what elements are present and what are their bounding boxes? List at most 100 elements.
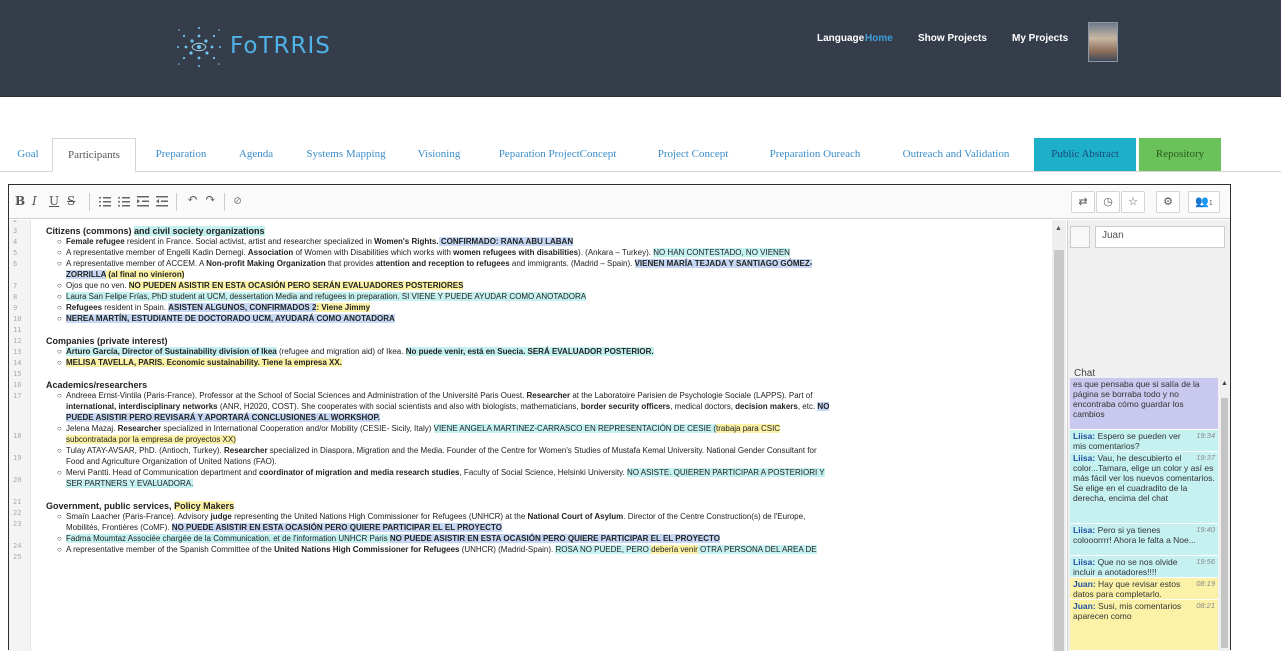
line-number: 13 (13, 348, 22, 356)
section-heading-academics: Academics/researchers (46, 380, 148, 390)
tab-visioning[interactable]: Visioning (414, 138, 464, 171)
section-heading-citizens: Citizens (commons) and civil society org… (46, 226, 265, 236)
line-number: 16 (13, 381, 22, 389)
list-item-continued: international, interdisciplinary network… (66, 402, 830, 411)
star-icon[interactable]: ☆ (1121, 191, 1145, 213)
unordered-list-icon[interactable] (118, 196, 130, 207)
toolbar-divider (224, 193, 225, 211)
editor-toolbar: B I U S ↶ ↷ ⊘ ⇄ ◷ ☆ ⚙ 👥1 (9, 185, 1230, 219)
tab-preparation[interactable]: Preparation (146, 138, 216, 171)
toolbar-divider (89, 193, 90, 211)
undo-icon[interactable]: ↶ (187, 192, 198, 207)
nav-language[interactable]: Language (817, 33, 864, 44)
nav-show-projects[interactable]: Show Projects (918, 33, 987, 44)
nav-my-projects[interactable]: My Projects (1012, 33, 1068, 44)
list-item-continued: ZORRILLA (al final no vinieron) (66, 270, 185, 279)
fotrris-logo[interactable]: FoTRRIS (172, 24, 352, 70)
collaborative-editor: B I U S ↶ ↷ ⊘ ⇄ ◷ ☆ ⚙ 👥1 2 3 4 5 6 7 8 9… (8, 184, 1231, 651)
tab-repository[interactable]: Repository (1139, 138, 1221, 171)
history-icon[interactable]: ◷ (1096, 191, 1120, 213)
italic-button[interactable]: I (32, 194, 37, 208)
list-item-continued: Food and Agriculture Organization of Uni… (66, 457, 277, 466)
line-number: 14 (13, 359, 22, 367)
line-number: 25 (13, 553, 22, 561)
settings-gear-icon[interactable]: ⚙ (1156, 191, 1180, 213)
toolbar-divider (176, 193, 177, 211)
chat-message: Juan: 08:21 Susi, mis comentarios aparece… (1070, 600, 1218, 651)
users-icon[interactable]: 👥1 (1188, 191, 1220, 213)
list-item: ○ Andreea Ernst-Vintila (Paris-France). P… (57, 391, 813, 400)
line-number: 8 (13, 293, 18, 301)
clear-authorship-icon[interactable]: ⊘ (233, 194, 242, 207)
chat-message: Liisa: 19:40 Pero si ya tienes colooorrrr… (1070, 524, 1218, 556)
section-heading-government: Government, public services, Policy Make… (46, 501, 235, 511)
chat-scrollbar-thumb[interactable] (1221, 398, 1228, 648)
tab-public-abstract[interactable]: Public Abstract (1034, 138, 1136, 171)
line-number: 20 (13, 476, 22, 484)
list-item-continued: PUEDE ASISTIR PERO REVISARÁ Y APORTARÁ C… (66, 413, 380, 422)
chat-message: es que pensaba que si salía de la página… (1070, 378, 1218, 430)
document-scrollbar[interactable]: ▲ (1052, 220, 1066, 651)
tab-agenda[interactable]: Agenda (232, 138, 280, 171)
nav-home[interactable]: Home (865, 33, 893, 44)
chat-message: Juan: 08:19 Hay que revisar estos datos p… (1070, 578, 1218, 600)
line-number: 23 (13, 520, 22, 528)
line-number: 24 (13, 542, 22, 550)
tab-project-concept[interactable]: Project Concept (649, 138, 737, 171)
list-item: ○ A representative member of Engelli Kadi… (57, 248, 790, 257)
ordered-list-icon[interactable] (99, 196, 111, 207)
line-number: 3 (13, 227, 18, 235)
line-number: 22 (13, 509, 22, 517)
list-item: ○ Mervi Pantti. Head of Communication dep… (57, 468, 825, 477)
line-number: 10 (13, 315, 22, 323)
line-number: 12 (13, 337, 22, 345)
scroll-up-arrow-icon[interactable]: ▲ (1055, 225, 1062, 232)
chat-message: Liisa: 19:56 Que no se nos olvide incluir… (1070, 556, 1218, 578)
line-number: 5 (13, 249, 18, 257)
list-item: ○ Smaïn Laacher (Paris-France). Advisory … (57, 512, 806, 521)
indent-icon[interactable] (137, 196, 149, 207)
list-item-continued: Mobilités, Frontières (CoMF). NO PUEDE A… (66, 523, 502, 532)
list-item: ○ A representative member of ACCEM. A Non… (57, 259, 813, 268)
strikethrough-button[interactable]: S (67, 194, 75, 208)
line-number: 4 (13, 238, 18, 246)
list-item: ○ MELISA TAVELLA, PARIS. Economic sustain… (57, 358, 342, 367)
list-item: ○ Laura San Felipe Frías, PhD student at … (57, 292, 587, 301)
line-number: 21 (13, 498, 22, 506)
user-avatar[interactable] (1088, 22, 1118, 62)
line-number: 15 (13, 370, 22, 378)
chat-message: Liisa: 19:37 Vau, he descubierto el color… (1070, 452, 1218, 524)
user-color-swatch[interactable] (1070, 226, 1090, 248)
line-number: 11 (13, 326, 22, 334)
line-number-gutter: 2 3 4 5 6 7 8 9 10 11 12 13 14 15 16 17 … (9, 220, 31, 651)
tab-systems-mapping[interactable]: Systems Mapping (298, 138, 394, 171)
line-number: 18 (13, 432, 22, 440)
redo-icon[interactable]: ↷ (205, 192, 216, 207)
bold-button[interactable]: B (15, 194, 25, 208)
list-item: ○ Refugees resident in Spain. ASISTEN ALG… (57, 303, 371, 312)
tab-peparation-projectconcept[interactable]: Peparation ProjectConcept (485, 138, 630, 171)
section-heading-companies: Companies (private interest) (46, 336, 168, 346)
list-item: ○ Arturo García, Director of Sustainabili… (57, 347, 654, 356)
chat-messages: es que pensaba que si salía de la página… (1070, 378, 1218, 651)
list-item: ○ Fadma Moumtaz Associée chargée de la Co… (57, 534, 721, 543)
list-item: ○ Jelena Mazaj. Researcher specialized in… (57, 424, 781, 433)
line-number: 7 (13, 282, 18, 290)
tab-preparation-oureach[interactable]: Preparation Oureach (758, 138, 872, 171)
import-export-icon[interactable]: ⇄ (1071, 191, 1095, 213)
line-number: 2 (13, 220, 18, 224)
chat-scroll-up-arrow-icon[interactable]: ▲ (1221, 380, 1228, 387)
underline-button[interactable]: U (49, 194, 59, 208)
tab-participants[interactable]: Participants (52, 138, 136, 172)
chat-scrollbar[interactable]: ▲ (1219, 378, 1230, 651)
user-name-field[interactable]: Juan (1095, 226, 1225, 248)
scrollbar-thumb[interactable] (1054, 250, 1064, 651)
project-tabs: Goal Participants Preparation Agenda Sys… (0, 138, 1281, 172)
top-header: FoTRRIS Language Home Show Projects My P… (0, 0, 1281, 97)
list-item: ○ NEREA MARTÍN, ESTUDIANTE DE DOCTORADO U… (57, 314, 395, 323)
tab-goal[interactable]: Goal (15, 138, 41, 171)
document-body[interactable]: Citizens (commons) and civil society org… (31, 220, 1061, 651)
line-number: 6 (13, 260, 18, 268)
outdent-icon[interactable] (156, 196, 168, 207)
tab-outreach-and-validation[interactable]: Outreach and Validation (892, 138, 1020, 171)
